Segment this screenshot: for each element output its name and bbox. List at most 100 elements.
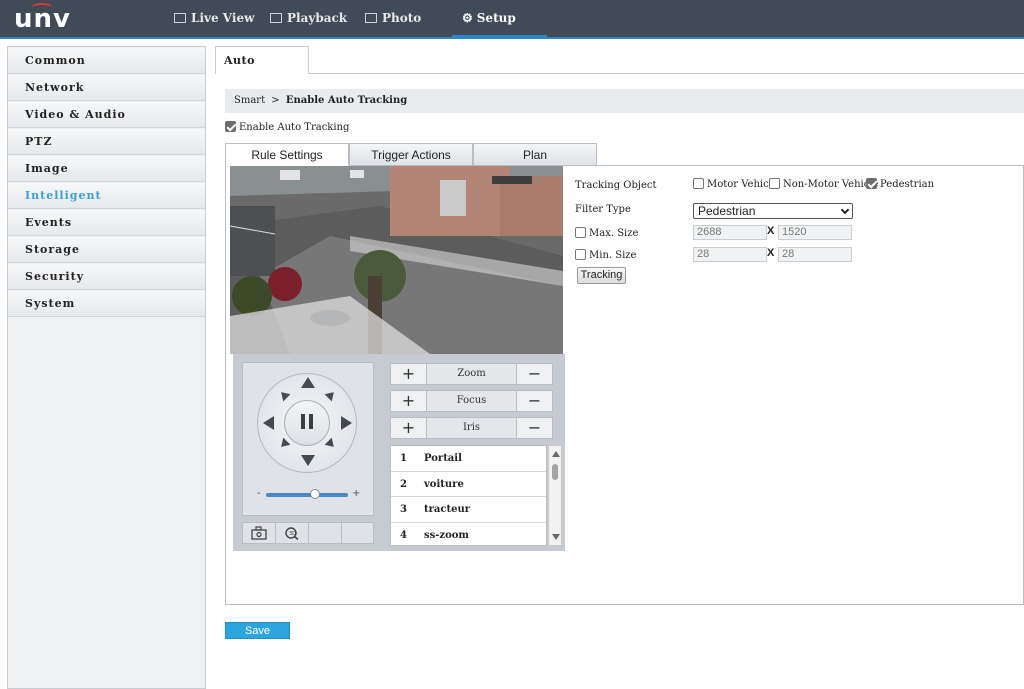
chevron-down-icon (840, 205, 850, 215)
breadcrumb-current: Enable Auto Tracking (285, 95, 408, 106)
ptz-stop-button[interactable] (284, 400, 330, 446)
zoom-control: + Zoom − (390, 363, 553, 385)
sidebar-item-common[interactable]: Common (8, 48, 205, 74)
nav-playback[interactable]: Playback (270, 0, 347, 37)
ptz-speed-slider[interactable] (266, 493, 348, 497)
sidebar-item-storage[interactable]: Storage (8, 237, 205, 263)
svg-text:3D: 3D (289, 531, 296, 537)
camera-lock-icon (251, 526, 267, 540)
photo-icon (365, 13, 377, 23)
nav-photo[interactable]: Photo (365, 0, 421, 37)
live-video-preview[interactable] (230, 166, 563, 354)
nav-live-view[interactable]: Live View (174, 0, 254, 37)
speed-plus-label: + (352, 488, 361, 499)
sidebar-item-video-audio[interactable]: Video & Audio (8, 102, 205, 128)
zoom-in-button[interactable]: + (391, 364, 427, 384)
ptz-empty-button-2[interactable] (342, 523, 375, 543)
pedestrian-checkbox[interactable] (866, 178, 877, 189)
video-frame-image (230, 166, 563, 354)
min-size-row: Min. Size (575, 249, 636, 261)
ptz-empty-button-1[interactable] (309, 523, 342, 543)
zoom-label: Zoom (457, 368, 486, 379)
min-size-x-separator: X (767, 247, 775, 259)
scrollbar-thumb[interactable] (552, 464, 558, 480)
motor-vehicle-option[interactable]: Motor Vehicle (693, 178, 778, 190)
pan-right-icon[interactable] (341, 416, 352, 430)
max-size-row: Max. Size (575, 227, 638, 239)
non-motor-vehicle-option[interactable]: Non-Motor Vehicle (769, 178, 878, 190)
tab-auto-tracking[interactable]: Auto Tracking (215, 46, 309, 94)
pan-left-icon[interactable] (263, 416, 274, 430)
save-button[interactable]: Save (225, 622, 290, 639)
min-size-width-input[interactable]: 28 (693, 247, 767, 262)
motor-vehicle-checkbox[interactable] (693, 178, 704, 189)
zoom-positioning-icon: 3D (285, 527, 299, 541)
speed-minus-label: - (257, 488, 261, 499)
max-size-label[interactable]: Max. Size (589, 228, 638, 239)
sidebar-item-network[interactable]: Network (8, 75, 205, 101)
focus-far-button[interactable]: − (516, 391, 552, 411)
max-size-height-input[interactable]: 1520 (778, 225, 852, 240)
iris-control: + Iris − (390, 417, 553, 439)
enable-auto-tracking-label[interactable]: Enable Auto Tracking (239, 122, 349, 133)
focus-control: + Focus − (390, 390, 553, 412)
focus-label: Focus (456, 395, 487, 406)
filter-type-value: Pedestrian (698, 204, 756, 218)
tracking-object-label: Tracking Object (575, 180, 657, 191)
3d-positioning-button[interactable]: 3D (276, 523, 309, 543)
filter-type-select[interactable]: Pedestrian (693, 203, 853, 219)
sidebar-item-image[interactable]: Image (8, 156, 205, 182)
list-item[interactable]: 4 ss-zoom (391, 523, 546, 546)
tab-plan[interactable]: Plan (473, 143, 597, 166)
sidebar-item-system[interactable]: System (8, 291, 205, 317)
tracking-button[interactable]: Tracking (577, 267, 626, 284)
pause-icon-bar-2 (309, 414, 313, 429)
sidebar-item-intelligent[interactable]: Intelligent (8, 183, 205, 209)
scroll-down-icon[interactable] (552, 534, 560, 540)
gear-icon: ⚙ (462, 11, 473, 25)
pan-down-icon[interactable] (301, 455, 315, 466)
scroll-up-icon[interactable] (552, 451, 560, 457)
sidebar: Common Network Video & Audio PTZ Image I… (7, 46, 206, 689)
ptz-extra-buttons: 3D (242, 522, 374, 544)
sidebar-item-security[interactable]: Security (8, 264, 205, 290)
focus-near-button[interactable]: + (391, 391, 427, 411)
preset-list-scrollbar[interactable] (548, 445, 562, 546)
max-size-x-separator: X (767, 225, 775, 237)
top-bar: unv Live View Playback Photo ⚙ Setup (0, 0, 1024, 39)
list-item[interactable]: 1 Portail (391, 446, 546, 472)
list-item[interactable]: 3 tracteur (391, 497, 546, 523)
breadcrumb: Smart > Enable Auto Tracking (225, 89, 1024, 113)
min-size-height-input[interactable]: 28 (778, 247, 852, 262)
iris-close-button[interactable]: − (516, 418, 552, 438)
tab-rule-settings[interactable]: Rule Settings (225, 143, 349, 166)
snapshot-button[interactable] (243, 523, 276, 543)
non-motor-vehicle-checkbox[interactable] (769, 178, 780, 189)
sidebar-item-ptz[interactable]: PTZ (8, 129, 205, 155)
list-item[interactable]: 2 voiture (391, 472, 546, 497)
top-accent-line (0, 37, 1024, 39)
nav-setup[interactable]: ⚙ Setup (462, 0, 516, 37)
max-size-width-input[interactable]: 2688 (693, 225, 767, 240)
iris-open-button[interactable]: + (391, 418, 427, 438)
enable-auto-tracking-checkbox[interactable] (225, 121, 236, 132)
min-size-checkbox[interactable] (575, 249, 586, 260)
enable-auto-tracking-row: Enable Auto Tracking (225, 121, 349, 133)
pedestrian-option[interactable]: Pedestrian (866, 178, 934, 190)
filter-type-label: Filter Type (575, 204, 631, 215)
iris-label: Iris (462, 422, 481, 433)
tab-trigger-actions[interactable]: Trigger Actions (349, 143, 473, 166)
brand-logo: unv (14, 4, 71, 34)
breadcrumb-separator: > (271, 95, 280, 106)
monitor-icon (174, 13, 186, 23)
sidebar-item-events[interactable]: Events (8, 210, 205, 236)
main-tab-bar: Auto Tracking (215, 46, 1024, 94)
pause-icon (301, 414, 305, 429)
zoom-out-button[interactable]: − (516, 364, 552, 384)
pan-up-icon[interactable] (301, 377, 315, 388)
breadcrumb-root[interactable]: Smart (234, 95, 265, 106)
min-size-label[interactable]: Min. Size (589, 250, 636, 261)
film-icon (270, 13, 282, 23)
max-size-checkbox[interactable] (575, 227, 586, 238)
preset-list: 1 Portail 2 voiture 3 tracteur 4 ss-zoom (390, 445, 547, 546)
